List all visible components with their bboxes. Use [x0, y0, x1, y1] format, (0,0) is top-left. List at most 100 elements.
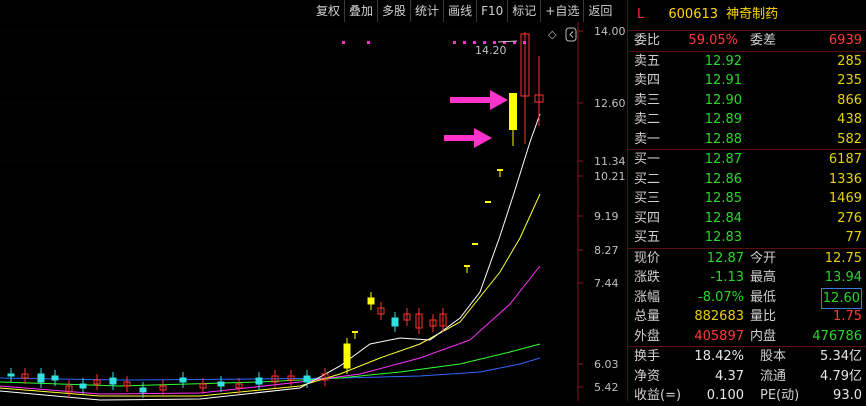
- stat-value: 1.75: [833, 309, 862, 324]
- signal-dot: [342, 41, 345, 44]
- extra-value: 18.42%: [694, 349, 744, 364]
- extra-label: 净资: [634, 368, 661, 384]
- bid-book: 买一 12.87 6187 买二 12.86 1336 买三 12.85 1469 买四 12.84…: [628, 150, 866, 249]
- candle-body: [139, 387, 147, 393]
- diamond-icon[interactable]: ◇: [548, 28, 557, 41]
- stat-value: 476786: [812, 328, 862, 344]
- stat-value: 13.94: [824, 270, 862, 285]
- book-label: 卖五: [634, 53, 661, 69]
- extra-value: 93.0: [833, 388, 862, 403]
- stat-row[interactable]: 现价 12.87 今开 12.75: [628, 249, 866, 269]
- candle-body: [7, 373, 15, 377]
- extra-label: PE(动): [760, 388, 800, 403]
- book-volume: 1469: [828, 191, 862, 206]
- stat-value: 405897: [694, 328, 744, 344]
- extra-value: 4.79亿: [820, 368, 862, 384]
- book-price: 12.90: [704, 92, 742, 108]
- book-label: 卖四: [634, 73, 661, 88]
- stats-block: 现价 12.87 今开 12.75 涨跌 -1.13 最高 13.94 涨幅 -8.07% 最低 12…: [628, 249, 866, 347]
- fuquan-button[interactable]: 复权: [312, 0, 344, 22]
- stat-label: 最高: [750, 270, 777, 285]
- stat-value: -8.07%: [698, 289, 744, 305]
- book-label: 买三: [634, 191, 661, 206]
- market-marker: L: [637, 7, 645, 22]
- price-axis-label: 9.19: [594, 210, 619, 223]
- bid-row[interactable]: 买三 12.85 1469: [628, 189, 866, 209]
- book-volume: 235: [837, 73, 862, 88]
- ask-row[interactable]: 卖一 12.88 582: [628, 130, 866, 150]
- price-axis-label: 11.34: [594, 155, 626, 168]
- candle-body: [391, 317, 399, 327]
- chart-toolbar: 复权 叠加 多股 统计 画线 F10 标记 +自选 返回: [312, 0, 616, 22]
- signal-dot: [463, 41, 466, 44]
- ask-row[interactable]: 卖二 12.89 438: [628, 110, 866, 130]
- stat-row[interactable]: 总量 882683 量比 1.75: [628, 307, 866, 327]
- candle-body: [343, 343, 351, 369]
- extra-row[interactable]: 净资 4.37 流通 4.79亿: [628, 367, 866, 387]
- book-price: 12.88: [704, 131, 742, 147]
- candle-body: [79, 383, 87, 389]
- weicha-label: 委差: [750, 33, 777, 48]
- stat-row[interactable]: 涨跌 -1.13 最高 13.94: [628, 268, 866, 288]
- stat-label: 外盘: [634, 328, 661, 344]
- price-axis-label: 10.21: [594, 170, 626, 183]
- back-button[interactable]: 返回: [583, 0, 616, 22]
- book-price: 12.87: [704, 152, 742, 167]
- weibi-row: 委比 59.05% 委差 6939: [628, 31, 866, 52]
- book-volume: 6187: [828, 152, 862, 167]
- quote-panel: L 600613 神奇制药 委比 59.05% 委差 6939 卖五 12.92 2…: [628, 0, 866, 403]
- ask-row[interactable]: 卖五 12.92 285: [628, 52, 866, 72]
- overlay-button[interactable]: 叠加: [344, 0, 377, 22]
- weibi-value: 59.05%: [688, 33, 738, 48]
- book-label: 买五: [634, 230, 661, 245]
- extra-label: 股本: [760, 349, 787, 364]
- stat-label: 总量: [634, 309, 661, 324]
- bid-row[interactable]: 买五 12.83 77: [628, 228, 866, 249]
- mark-button[interactable]: 标记: [507, 0, 540, 22]
- stock-name: 神奇制药: [726, 7, 779, 22]
- stat-row[interactable]: 外盘 405897 内盘 476786: [628, 327, 866, 347]
- ask-row[interactable]: 卖三 12.90 866: [628, 91, 866, 111]
- price-axis-label: 14.00: [594, 25, 626, 38]
- stat-row[interactable]: 涨幅 -8.07% 最低 12.60: [628, 287, 866, 309]
- add-watchlist-button[interactable]: +自选: [540, 0, 583, 22]
- bid-row[interactable]: 买一 12.87 6187: [628, 150, 866, 170]
- weicha-value: 6939: [828, 33, 862, 48]
- bid-row[interactable]: 买四 12.84 276: [628, 209, 866, 229]
- book-volume: 1336: [828, 171, 862, 187]
- book-price: 12.86: [704, 171, 742, 187]
- book-price: 12.83: [704, 230, 742, 245]
- extra-label: 换手: [634, 349, 661, 364]
- book-label: 买四: [634, 210, 661, 226]
- book-volume: 276: [837, 210, 862, 226]
- statistics-button[interactable]: 统计: [410, 0, 443, 22]
- kline-chart[interactable]: 14.00 12.60 11.34 10.21 9.19 8.27 7.44 6.03 5.42…: [0, 22, 627, 401]
- price-axis-label: 12.60: [594, 97, 626, 110]
- stock-title: L 600613 神奇制药: [628, 0, 866, 31]
- ask-book: 卖五 12.92 285 卖四 12.91 235 卖三 12.90 866 卖二 12.89 438…: [628, 52, 866, 150]
- candle-body: [303, 375, 311, 383]
- stat-value: 882683: [694, 309, 744, 324]
- draw-line-button[interactable]: 画线: [443, 0, 476, 22]
- stat-label: 涨幅: [634, 289, 661, 305]
- stat-value: 12.60: [820, 287, 862, 309]
- book-price: 12.89: [704, 112, 742, 127]
- f10-button[interactable]: F10: [476, 0, 507, 22]
- stat-label: 最低: [750, 289, 777, 305]
- extra-row[interactable]: 换手 18.42% 股本 5.34亿: [628, 347, 866, 367]
- book-label: 卖三: [634, 92, 661, 108]
- multi-stock-button[interactable]: 多股: [377, 0, 410, 22]
- stat-label: 涨跌: [634, 270, 661, 285]
- book-label: 买二: [634, 171, 661, 187]
- book-price: 12.85: [704, 191, 742, 206]
- signal-dot: [453, 41, 456, 44]
- extra-row[interactable]: 收益(=) 0.100 PE(动) 93.0: [628, 386, 866, 406]
- bid-row[interactable]: 买二 12.86 1336: [628, 170, 866, 190]
- candle-body: [367, 297, 375, 305]
- book-volume: 285: [837, 53, 862, 69]
- book-price: 12.84: [704, 210, 742, 226]
- stock-code: 600613: [668, 7, 719, 22]
- stat-label: 内盘: [750, 328, 777, 344]
- ask-row[interactable]: 卖四 12.91 235: [628, 71, 866, 91]
- book-volume: 866: [837, 92, 862, 108]
